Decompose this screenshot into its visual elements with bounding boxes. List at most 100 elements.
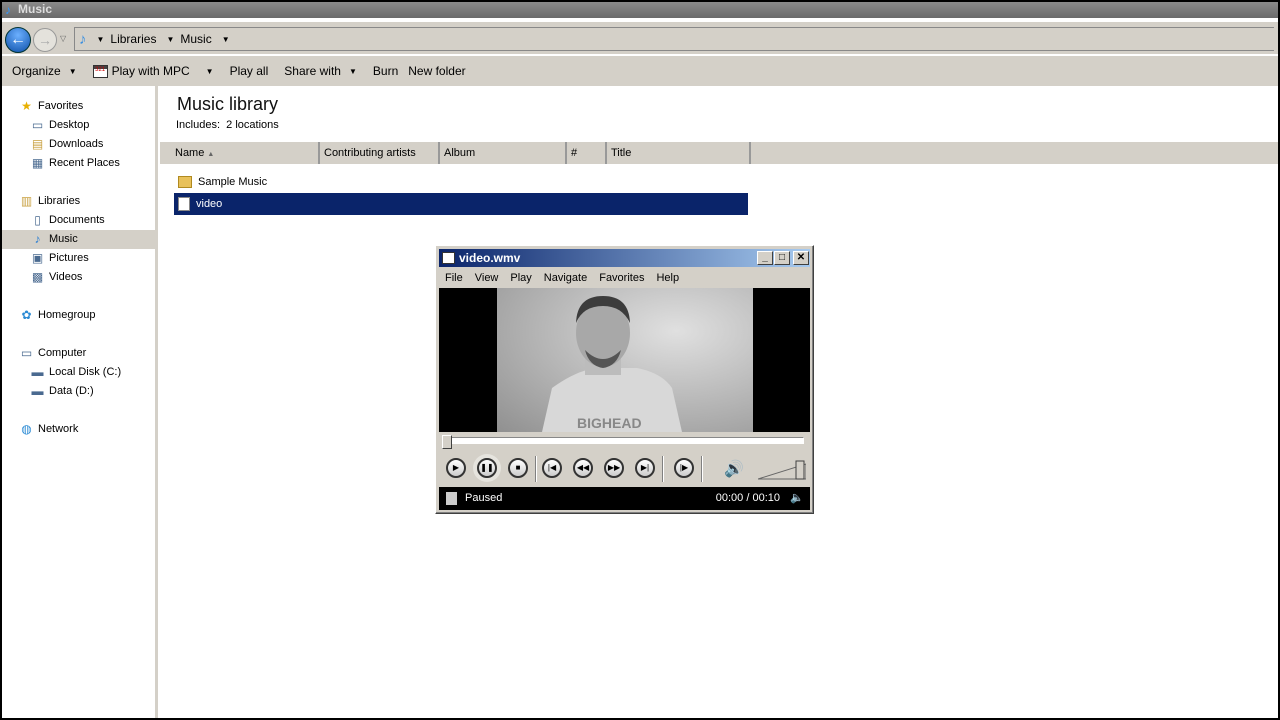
column-name[interactable]: Name ▲ — [160, 142, 320, 164]
separator — [535, 456, 537, 482]
player-status: Paused — [465, 492, 503, 504]
maximize-button[interactable]: □ — [774, 251, 790, 265]
star-icon: ★ — [21, 99, 32, 113]
sidebar-item-label: Documents — [49, 214, 105, 226]
desktop-icon: ▭ — [31, 118, 44, 132]
sidebar-item-label: Pictures — [49, 252, 89, 264]
breadcrumb-separator[interactable]: ▼ — [166, 35, 174, 44]
sidebar-item-music[interactable]: ♪ Music — [2, 230, 156, 249]
sidebar-item-label: Libraries — [38, 195, 81, 207]
menu-view[interactable]: View — [469, 268, 505, 288]
music-note-icon: ♪ — [79, 30, 87, 48]
menu-file[interactable]: File — [439, 268, 469, 288]
separator — [701, 456, 703, 482]
sidebar-item-label: Local Disk (C:) — [49, 366, 122, 378]
list-item[interactable]: video — [174, 193, 748, 215]
rewind-button[interactable]: ◀◀ — [573, 458, 593, 478]
library-title: Music library — [177, 94, 279, 114]
pictures-icon: ▣ — [31, 251, 44, 265]
homegroup-icon: ✿ — [21, 308, 32, 322]
drive-icon: ▬ — [31, 365, 44, 379]
organize-button[interactable]: Organize ▼ — [12, 64, 77, 78]
player-menubar: File View Play Navigate Favorites Help — [439, 268, 685, 288]
play-with-label: Play with MPC — [111, 64, 190, 78]
video-display[interactable]: BIGHEAD — [439, 288, 810, 432]
pause-button[interactable]: ❚❚ — [477, 458, 497, 478]
svg-text:BIGHEAD: BIGHEAD — [577, 415, 642, 431]
file-name: video — [196, 198, 223, 210]
video-file-icon — [178, 197, 190, 211]
volume-thumb[interactable] — [795, 460, 805, 480]
separator — [662, 456, 664, 482]
organize-label: Organize — [12, 64, 61, 78]
seek-bar[interactable] — [442, 437, 804, 444]
previous-button[interactable]: |◀ — [542, 458, 562, 478]
sidebar-item-network[interactable]: ◍ Network — [19, 420, 173, 439]
list-item[interactable]: Sample Music — [174, 171, 748, 193]
time-display: 00:00 / 00:10 — [715, 492, 780, 504]
column-album[interactable]: Album — [440, 142, 567, 164]
video-frame: BIGHEAD — [497, 288, 753, 432]
music-icon: ♪ — [34, 232, 41, 246]
documents-icon: ▯ — [34, 213, 41, 227]
share-with-button[interactable]: Share with ▼ — [284, 64, 357, 78]
recent-pages-dropdown[interactable]: ▽ — [60, 34, 66, 43]
minimize-button[interactable]: _ — [757, 251, 773, 265]
status-bar: Paused 00:00 / 00:10 🔈 — [439, 487, 810, 510]
play-all-button[interactable]: Play all — [230, 64, 269, 78]
share-with-label: Share with — [284, 64, 341, 78]
volume-slider[interactable] — [758, 460, 806, 480]
column-number[interactable]: # — [567, 142, 607, 164]
player-title: video.wmv — [459, 251, 521, 265]
stop-button[interactable]: ■ — [508, 458, 528, 478]
fast-forward-button[interactable]: ▶▶ — [604, 458, 624, 478]
folder-icon — [178, 176, 192, 188]
new-folder-button[interactable]: New folder — [408, 64, 465, 78]
breadcrumb-dropdown[interactable]: ▼ — [222, 35, 230, 44]
libraries-icon: ▥ — [20, 194, 33, 208]
file-name: Sample Music — [198, 176, 268, 188]
sidebar-item-label: Homegroup — [38, 309, 96, 321]
column-label: Name — [175, 147, 205, 159]
window-title: Music — [18, 2, 53, 16]
chevron-down-icon: ▼ — [68, 66, 77, 76]
column-title[interactable]: Title — [607, 142, 751, 164]
sidebar-item-favorites[interactable]: ★ Favorites — [19, 97, 173, 116]
sidebar-item-homegroup[interactable]: ✿ Homegroup — [19, 306, 173, 325]
next-button[interactable]: ▶| — [635, 458, 655, 478]
videos-icon: ▩ — [31, 270, 44, 284]
player-titlebar[interactable]: video.wmv _ □ ✕ — [439, 249, 810, 267]
sidebar-item-computer[interactable]: ▭ Computer — [19, 344, 173, 363]
frame-step-button[interactable]: |▶ — [674, 458, 694, 478]
locations-link[interactable]: 2 locations — [226, 119, 279, 131]
seek-thumb[interactable] — [442, 435, 452, 449]
address-bar[interactable]: ♪ ▼ Libraries ▼ Music ▼ — [74, 27, 1274, 51]
column-contributing-artists[interactable]: Contributing artists — [320, 142, 440, 164]
command-bar: Organize ▼ 321 Play with MPC ▼ Play all Sha… — [2, 54, 1278, 86]
forward-button[interactable]: → — [33, 28, 57, 52]
mpc-icon: 321 — [92, 64, 108, 78]
playback-controls: ▶ ❚❚ ■ |◀ ◀◀ ▶▶ ▶| |▶ 🔊 — [442, 454, 808, 482]
close-button[interactable]: ✕ — [793, 251, 809, 265]
navigation-pane: ★ Favorites ▭ Desktop ▤ Downloads ▦ Recent Plac… — [2, 86, 158, 718]
includes-label: Includes: — [176, 119, 221, 131]
menu-play[interactable]: Play — [504, 268, 537, 288]
sidebar-item-label: Downloads — [49, 138, 104, 150]
sidebar-item-label: Computer — [38, 347, 87, 359]
breadcrumb-music[interactable]: Music — [180, 32, 211, 46]
music-note-icon: ♪ — [5, 3, 11, 17]
back-button[interactable]: ← — [5, 27, 31, 53]
sidebar-item-label: Music — [49, 233, 78, 245]
chevron-down-icon: ▼ — [348, 66, 357, 76]
menu-help[interactable]: Help — [650, 268, 685, 288]
play-button[interactable]: ▶ — [446, 458, 466, 478]
sidebar-item-libraries[interactable]: ▥ Libraries — [19, 192, 173, 211]
burn-button[interactable]: Burn — [373, 64, 398, 78]
mute-icon[interactable]: 🔈 — [790, 487, 804, 510]
menu-favorites[interactable]: Favorites — [593, 268, 650, 288]
play-with-mpc-button[interactable]: 321 Play with MPC ▼ — [92, 64, 214, 78]
mpc-icon — [442, 252, 455, 264]
menu-navigate[interactable]: Navigate — [538, 268, 593, 288]
breadcrumb-libraries[interactable]: Libraries — [110, 32, 156, 46]
volume-speaker-icon[interactable]: 🔊 — [724, 459, 744, 479]
